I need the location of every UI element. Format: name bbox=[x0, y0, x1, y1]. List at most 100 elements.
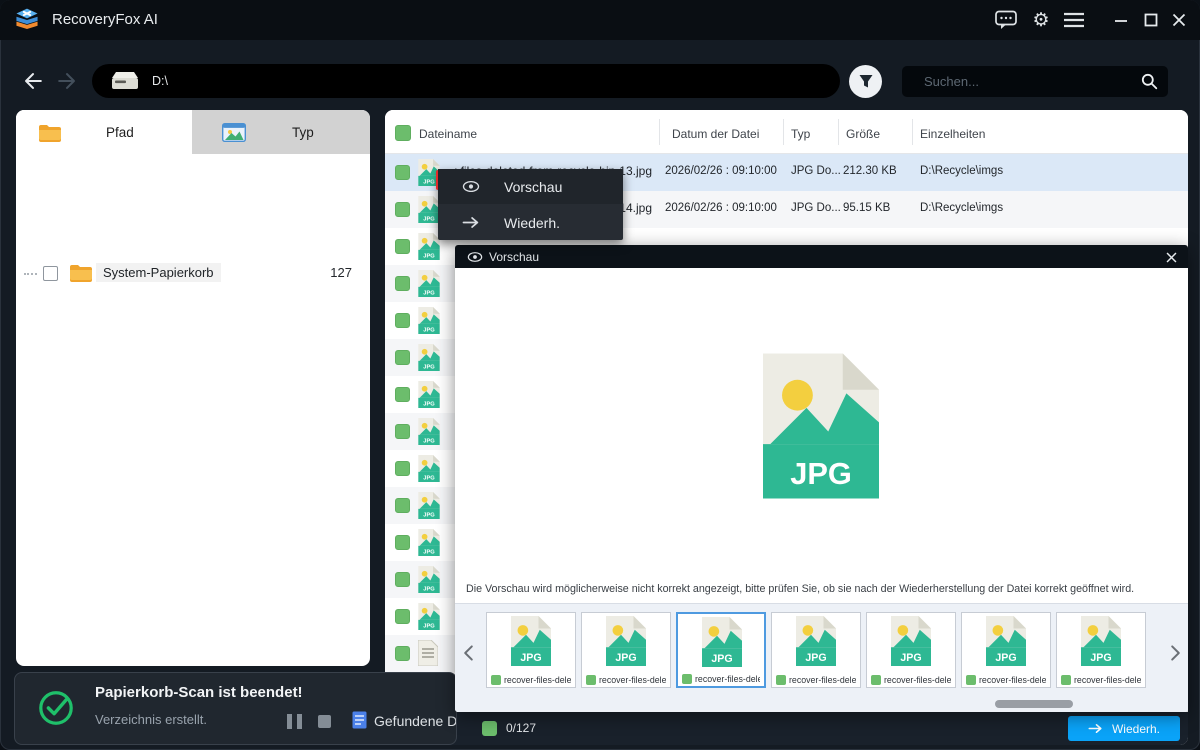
menu-item-wiederherstellen-label: Wiederh. bbox=[504, 214, 561, 231]
thumbnail-checkbox[interactable] bbox=[491, 675, 501, 685]
thumbnail-checkbox[interactable] bbox=[1061, 675, 1071, 685]
row-checkbox[interactable] bbox=[395, 276, 410, 291]
list-header: Dateiname Datum der Datei Typ Größe Einz… bbox=[385, 110, 1188, 154]
preview-warning-text: Die Vorschau wird möglicherweise nicht k… bbox=[466, 583, 1135, 595]
stop-button[interactable] bbox=[318, 715, 331, 728]
search-input[interactable] bbox=[902, 66, 1168, 97]
thumbnails-next-button[interactable] bbox=[1167, 642, 1183, 664]
file-details: D:\Recycle\imgs bbox=[920, 202, 1004, 214]
jpg-file-icon bbox=[418, 196, 440, 223]
column-dateiname[interactable]: Dateiname bbox=[419, 127, 477, 141]
jpg-file-icon bbox=[418, 307, 440, 334]
row-checkbox[interactable] bbox=[395, 202, 410, 217]
thumbnail-scrollbar[interactable] bbox=[995, 700, 1073, 708]
selection-count: 0/127 bbox=[506, 721, 537, 735]
row-checkbox[interactable] bbox=[395, 535, 410, 550]
tree-expander[interactable] bbox=[24, 273, 37, 275]
menu-item-wiederherstellen[interactable]: Wiederh. bbox=[438, 205, 623, 240]
menu-item-vorschau[interactable]: Vorschau bbox=[438, 169, 623, 204]
row-checkbox[interactable] bbox=[395, 350, 410, 365]
thumbnail-item[interactable]: recover-files-dele... bbox=[866, 612, 956, 688]
close-button[interactable] bbox=[1166, 9, 1192, 31]
recover-button[interactable]: Wiederh. bbox=[1068, 716, 1180, 741]
filter-funnel-icon bbox=[859, 75, 872, 88]
tab-typ[interactable]: Typ bbox=[192, 110, 370, 154]
jpg-file-icon bbox=[1081, 616, 1121, 666]
tree-item-checkbox[interactable] bbox=[43, 266, 58, 281]
pause-button[interactable] bbox=[287, 714, 307, 729]
thumbnail-item[interactable]: recover-files-dele... bbox=[581, 612, 671, 688]
row-checkbox[interactable] bbox=[395, 424, 410, 439]
scan-status-title: Papierkorb-Scan ist beendet! bbox=[95, 684, 303, 701]
row-checkbox[interactable] bbox=[395, 498, 410, 513]
scan-status-subtitle: Verzeichnis erstellt. bbox=[95, 712, 207, 727]
jpg-file-icon bbox=[418, 455, 440, 482]
selection-checkbox[interactable] bbox=[482, 721, 497, 736]
close-icon bbox=[1166, 252, 1176, 262]
feedback-button[interactable] bbox=[993, 9, 1019, 31]
preview-close-button[interactable] bbox=[1162, 248, 1180, 266]
thumbnail-checkbox[interactable] bbox=[966, 675, 976, 685]
main-menu-button[interactable] bbox=[1061, 9, 1087, 31]
recover-button-label: Wiederh. bbox=[1111, 721, 1161, 736]
thumbnail-item[interactable]: recover-files-dele... bbox=[676, 612, 766, 688]
preview-title: Vorschau bbox=[489, 250, 540, 264]
jpg-file-icon bbox=[986, 616, 1026, 666]
jpg-file-icon bbox=[418, 270, 440, 297]
search-box bbox=[902, 66, 1168, 97]
thumbnail-checkbox[interactable] bbox=[586, 675, 596, 685]
thumbnail-strip: recover-files-dele... recover-files-dele… bbox=[455, 603, 1188, 712]
column-typ[interactable]: Typ bbox=[791, 127, 810, 141]
report-file-icon bbox=[352, 711, 367, 729]
row-checkbox[interactable] bbox=[395, 239, 410, 254]
jpg-file-icon bbox=[891, 616, 931, 666]
minimize-icon bbox=[1115, 20, 1127, 22]
row-checkbox[interactable] bbox=[395, 609, 410, 624]
settings-button[interactable]: ⚙ bbox=[1028, 9, 1054, 31]
back-button[interactable] bbox=[18, 66, 48, 96]
column-divider bbox=[838, 119, 839, 145]
minimize-button[interactable] bbox=[1108, 9, 1134, 31]
sidebar-panel: Pfad Typ System-Papierkorb 127 bbox=[16, 110, 370, 666]
current-path: D:\ bbox=[152, 74, 168, 88]
jpg-file-icon bbox=[702, 617, 742, 667]
app-logo-icon bbox=[16, 8, 38, 29]
thumbnail-item[interactable]: recover-files-dele... bbox=[961, 612, 1051, 688]
thumbnail-item[interactable]: recover-files-dele... bbox=[771, 612, 861, 688]
row-checkbox[interactable] bbox=[395, 646, 410, 661]
row-checkbox[interactable] bbox=[395, 572, 410, 587]
jpg-file-icon bbox=[418, 566, 440, 593]
tab-pfad[interactable]: Pfad bbox=[16, 110, 192, 154]
back-arrow-icon bbox=[25, 73, 42, 89]
filter-button[interactable] bbox=[849, 65, 882, 98]
file-type: JPG Do... bbox=[791, 202, 841, 214]
scan-status-toast: Papierkorb-Scan ist beendet! Verzeichnis… bbox=[14, 672, 457, 745]
jpg-file-icon bbox=[418, 418, 440, 445]
row-checkbox[interactable] bbox=[395, 313, 410, 328]
context-menu: 3 Vorschau Wiederh. bbox=[436, 169, 623, 240]
forward-button[interactable] bbox=[52, 66, 82, 96]
thumbnail-label: recover-files-dele... bbox=[979, 675, 1046, 685]
row-checkbox[interactable] bbox=[395, 165, 410, 180]
select-all-checkbox[interactable] bbox=[395, 125, 411, 141]
path-bar[interactable]: D:\ bbox=[92, 64, 840, 98]
file-date: 2026/02/26 : 09:10:00 bbox=[665, 165, 777, 177]
tree-item-recycle-bin[interactable]: System-Papierkorb 127 bbox=[16, 260, 370, 288]
jpg-file-icon bbox=[418, 492, 440, 519]
row-checkbox[interactable] bbox=[395, 387, 410, 402]
thumbnail-checkbox[interactable] bbox=[871, 675, 881, 685]
row-checkbox[interactable] bbox=[395, 461, 410, 476]
thumbnail-item[interactable]: recover-files-dele... bbox=[1056, 612, 1146, 688]
maximize-button[interactable] bbox=[1138, 9, 1164, 31]
jpg-file-icon bbox=[796, 616, 836, 666]
app-title: RecoveryFox AI bbox=[52, 11, 158, 28]
thumbnail-checkbox[interactable] bbox=[682, 674, 692, 684]
thumbnails-prev-button[interactable] bbox=[460, 642, 476, 664]
file-details: D:\Recycle\imgs bbox=[920, 165, 1004, 177]
preview-header: Vorschau bbox=[455, 245, 1188, 268]
column-groesse[interactable]: Größe bbox=[846, 127, 880, 141]
thumbnail-checkbox[interactable] bbox=[776, 675, 786, 685]
column-einzelheiten[interactable]: Einzelheiten bbox=[920, 127, 985, 141]
thumbnail-item[interactable]: recover-files-dele... bbox=[486, 612, 576, 688]
column-datum[interactable]: Datum der Datei bbox=[672, 127, 759, 141]
